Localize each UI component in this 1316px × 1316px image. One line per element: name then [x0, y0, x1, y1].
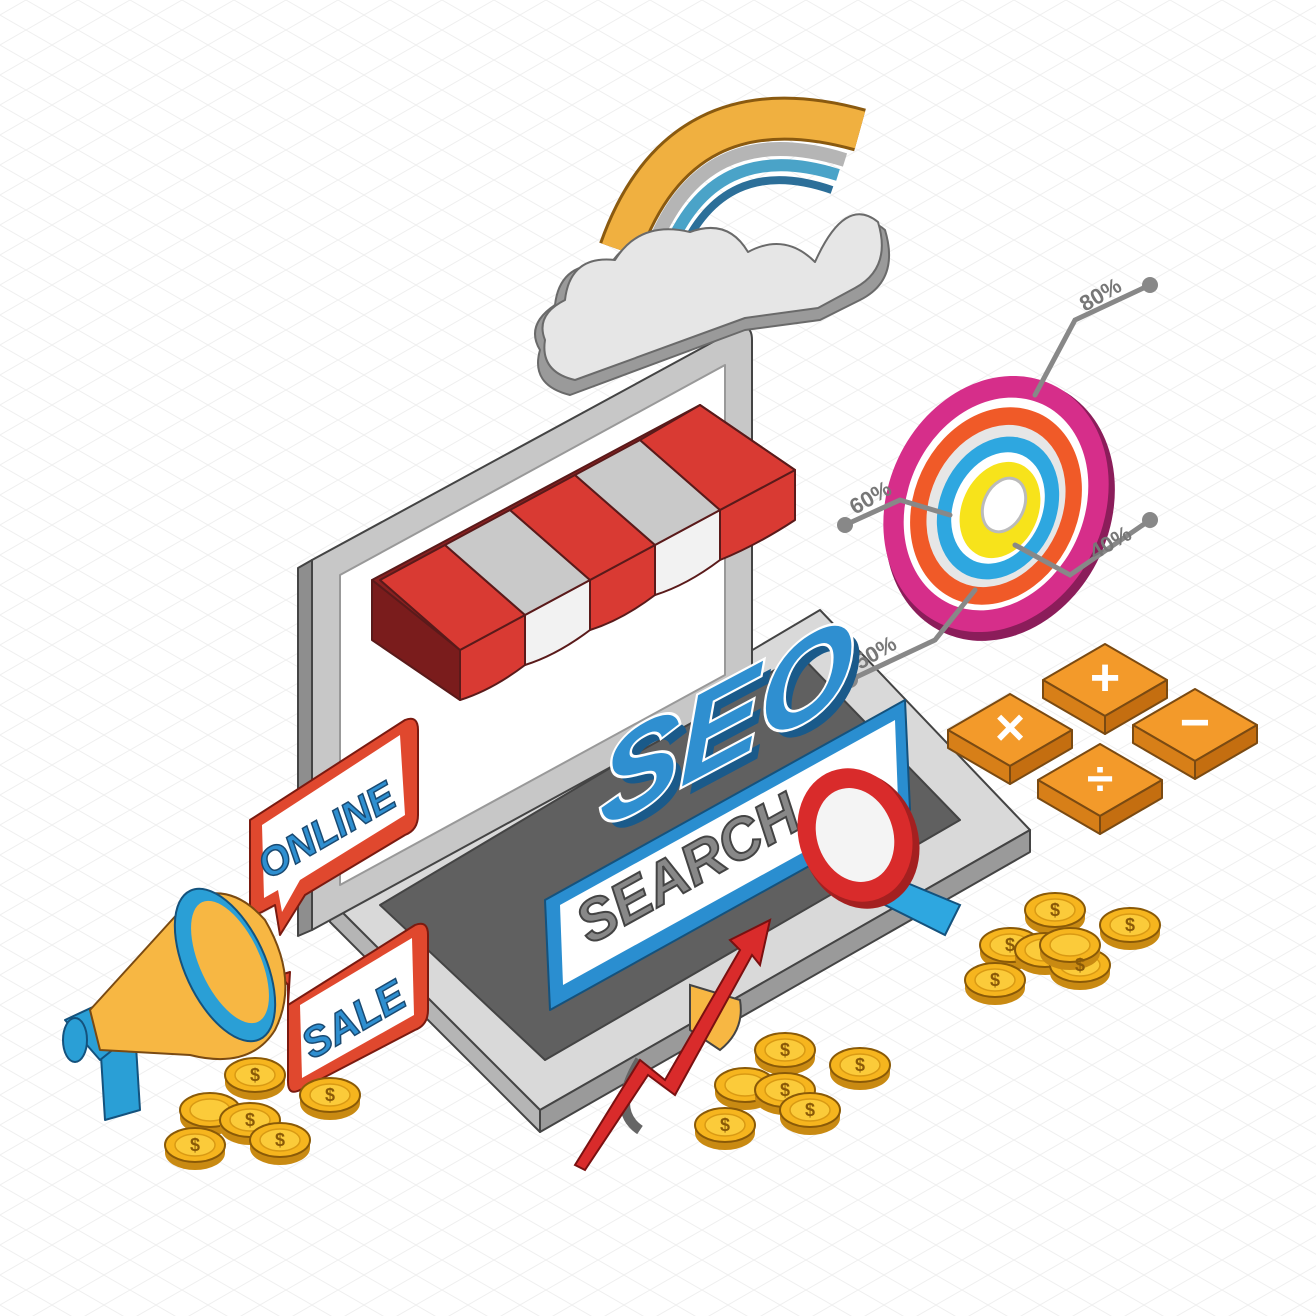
coin-symbol: $: [190, 1135, 200, 1155]
coin-symbol: $: [720, 1115, 730, 1135]
coin-symbol: $: [245, 1110, 255, 1130]
coin-symbol: $: [780, 1040, 790, 1060]
coin-symbol: $: [1125, 915, 1135, 935]
coin-symbol: $: [1075, 955, 1085, 975]
coin-symbol: $: [1050, 900, 1060, 920]
seo-illustration: 80% 60% 40% 50% + × − ÷ SEO SEO SEARCH O…: [0, 0, 1316, 1316]
coin-symbol: $: [325, 1085, 335, 1105]
calc-plus: +: [1090, 649, 1120, 707]
coin-symbol: $: [855, 1055, 865, 1075]
calc-times: ×: [995, 699, 1025, 757]
calc-minus: −: [1180, 694, 1210, 752]
coin-symbol: $: [990, 970, 1000, 990]
coin-symbol: $: [805, 1100, 815, 1120]
calc-divide: ÷: [1087, 753, 1113, 806]
coin-symbol: $: [780, 1080, 790, 1100]
coin-symbol: $: [1005, 935, 1015, 955]
coin-symbol: $: [250, 1065, 260, 1085]
coin-symbol: $: [275, 1130, 285, 1150]
